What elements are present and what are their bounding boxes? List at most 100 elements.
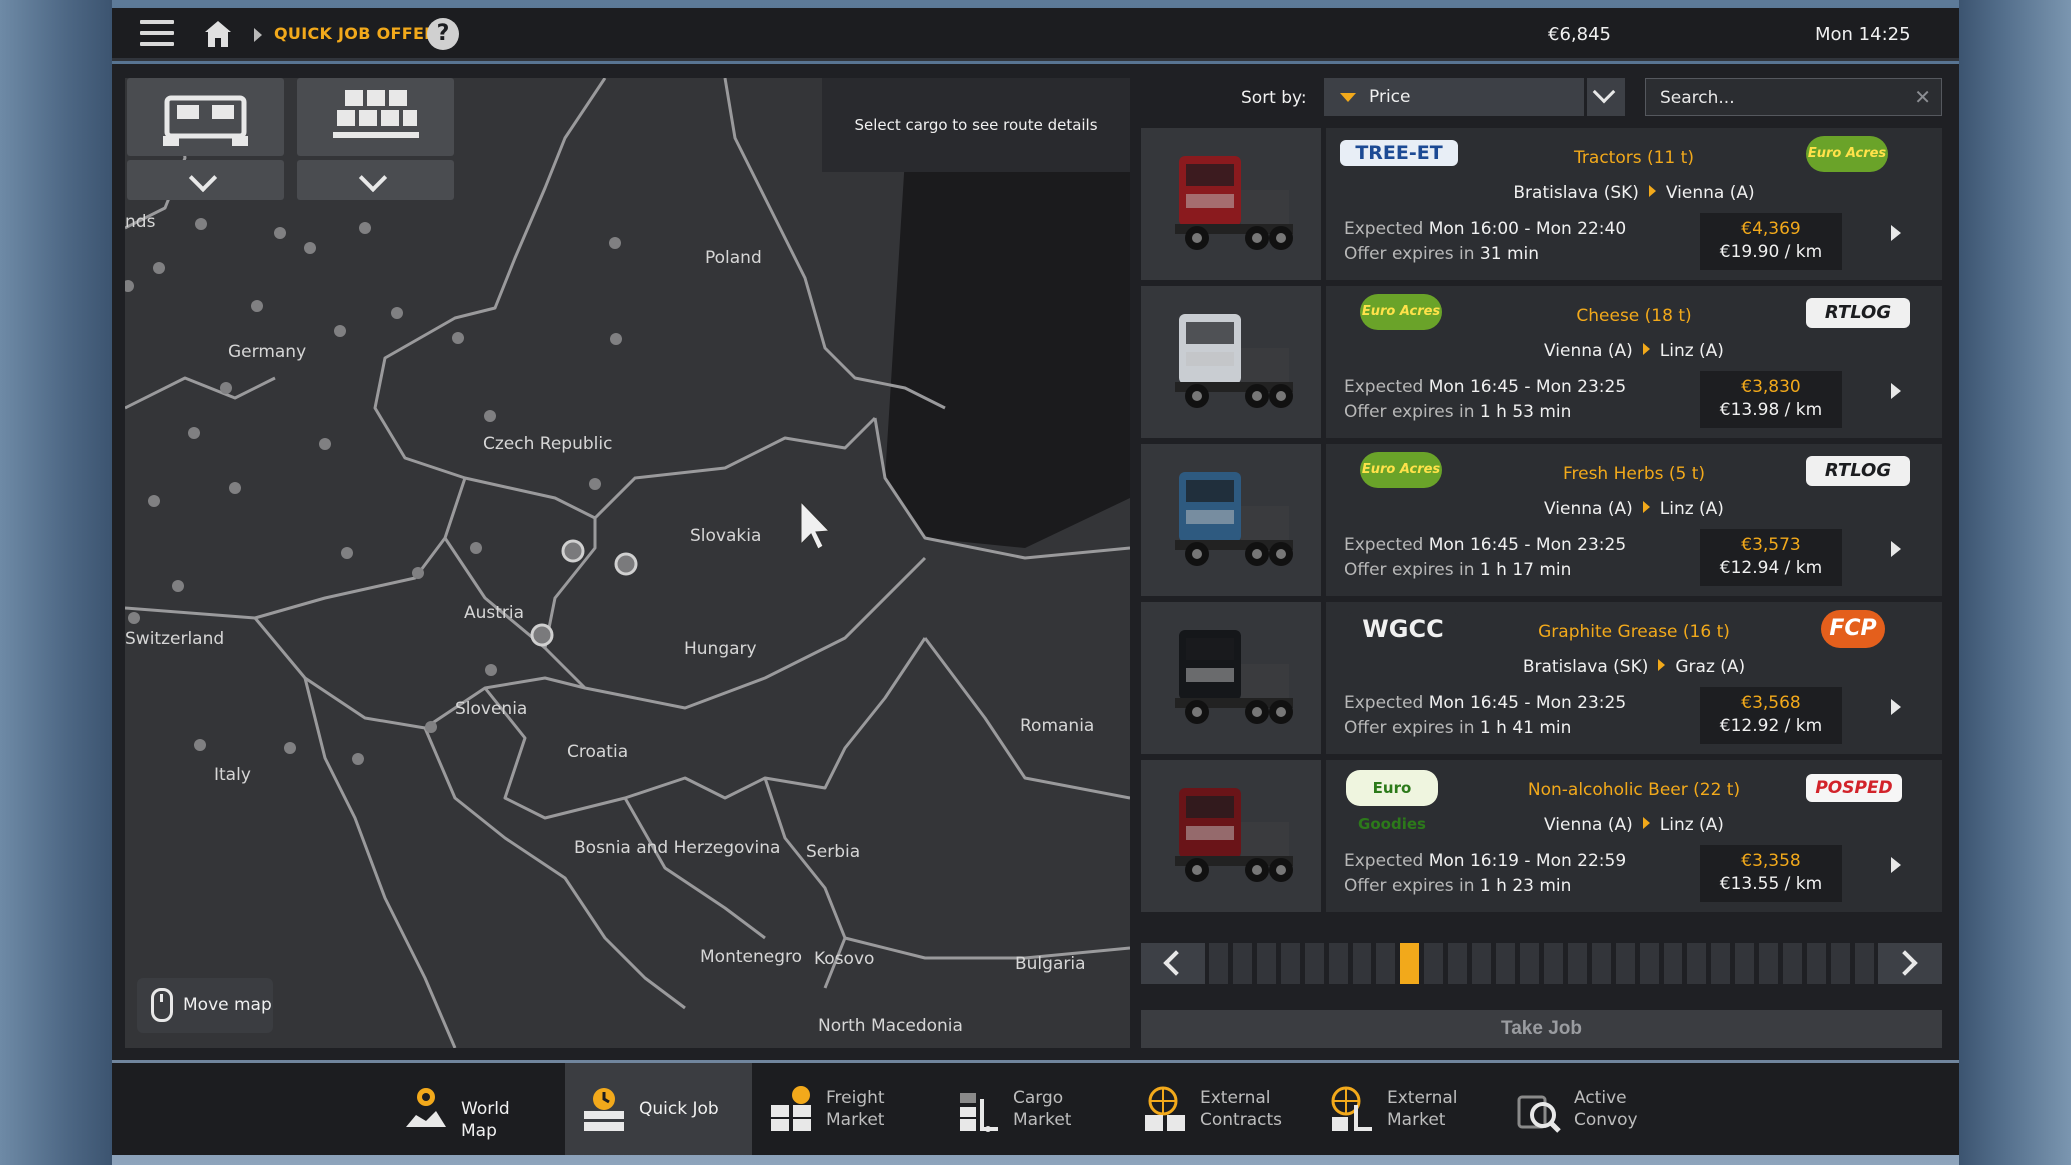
nav-active-convoy[interactable]: Active Convoy bbox=[1500, 1063, 1660, 1155]
chevron-right-icon[interactable] bbox=[1891, 225, 1901, 241]
route: Bratislava (SK) Vienna (A) bbox=[1513, 183, 1755, 203]
chevron-right-icon[interactable] bbox=[1891, 857, 1901, 873]
page-indicator[interactable] bbox=[1543, 943, 1563, 984]
nav-freight-market[interactable]: Freight Market bbox=[752, 1063, 912, 1155]
offer-expiry: Offer expires in 31 min bbox=[1344, 244, 1540, 264]
truck-filter-button[interactable] bbox=[127, 78, 284, 156]
nav-external-market[interactable]: External Market bbox=[1313, 1063, 1473, 1155]
move-map-hint: Move map bbox=[137, 978, 273, 1033]
top-bar: QUICK JOB OFFERS ? €6,845 Mon 14:25 bbox=[112, 8, 1959, 61]
job-offer-row[interactable]: Euro Acres Fresh Herbs (5 t) RTLOG Vienn… bbox=[1141, 444, 1942, 596]
route: Vienna (A) Linz (A) bbox=[1544, 341, 1724, 361]
page-indicator[interactable] bbox=[1209, 943, 1228, 984]
page-indicator[interactable] bbox=[1424, 943, 1444, 984]
page-indicator[interactable] bbox=[1519, 943, 1539, 984]
map-label: Switzerland bbox=[125, 629, 225, 649]
job-offer-info: Euro Acres Cheese (18 t) RTLOG Vienna (A… bbox=[1326, 286, 1942, 438]
mouse-icon bbox=[151, 988, 173, 1022]
route-hint: Select cargo to see route details bbox=[822, 78, 1130, 172]
nav-world-map[interactable]: World Map bbox=[387, 1063, 537, 1155]
page-indicator[interactable] bbox=[1830, 943, 1850, 984]
map-label: Poland bbox=[705, 248, 762, 268]
page-indicator[interactable] bbox=[1256, 943, 1276, 984]
offer-expiry: Offer expires in 1 h 41 min bbox=[1344, 718, 1572, 738]
truck-icon bbox=[1175, 156, 1293, 250]
chevron-right-icon[interactable] bbox=[1891, 383, 1901, 399]
external-market-icon bbox=[1331, 1086, 1372, 1131]
sort-select[interactable]: Price bbox=[1324, 78, 1584, 116]
expected-time: Expected Mon 16:45 - Mon 23:25 bbox=[1344, 693, 1627, 713]
page-indicator[interactable] bbox=[1711, 943, 1731, 984]
active-convoy-icon bbox=[1517, 1095, 1561, 1133]
job-offer-row[interactable]: Euro Acres Cheese (18 t) RTLOG Vienna (A… bbox=[1141, 286, 1942, 438]
page-indicator[interactable] bbox=[1783, 943, 1803, 984]
map-view[interactable]: nds Poland Germany Czech Republic Slovak… bbox=[125, 78, 1130, 1048]
truck-filter-dropdown[interactable] bbox=[127, 160, 284, 200]
page-indicator[interactable] bbox=[1448, 943, 1468, 984]
prev-page-button[interactable] bbox=[1141, 943, 1205, 984]
page-indicator[interactable] bbox=[1639, 943, 1659, 984]
nav-quick-job[interactable]: Quick Job bbox=[565, 1063, 752, 1155]
page-indicator[interactable] bbox=[1232, 943, 1252, 984]
sort-dropdown-button[interactable] bbox=[1587, 78, 1625, 116]
route-arrow-icon bbox=[1642, 817, 1650, 829]
chevron-left-icon bbox=[1163, 950, 1189, 976]
nav-label: Active Convoy bbox=[1574, 1088, 1638, 1130]
route: Vienna (A) Linz (A) bbox=[1544, 815, 1724, 835]
page-indicator[interactable] bbox=[1687, 943, 1707, 984]
map-label: Bosnia and Herzegovina bbox=[574, 838, 781, 858]
page-indicator[interactable] bbox=[1807, 943, 1826, 984]
page-indicator[interactable] bbox=[1496, 943, 1515, 984]
job-offer-row[interactable]: WGCC Graphite Grease (16 t) FCP Bratisla… bbox=[1141, 602, 1942, 754]
cargo-icon bbox=[333, 90, 419, 138]
job-price: €3,830 bbox=[1741, 377, 1801, 397]
nav-external-contracts[interactable]: External Contracts bbox=[1126, 1063, 1296, 1155]
page-indicator[interactable] bbox=[1352, 943, 1372, 984]
nav-cargo-market[interactable]: Cargo Market bbox=[939, 1063, 1099, 1155]
search-input[interactable]: Search... ✕ bbox=[1645, 78, 1942, 116]
map-label: Czech Republic bbox=[483, 434, 613, 454]
page-indicator[interactable] bbox=[1400, 943, 1420, 984]
page-indicator[interactable] bbox=[1304, 943, 1324, 984]
home-icon[interactable] bbox=[202, 18, 234, 50]
cargo-market-icon bbox=[960, 1093, 998, 1132]
bottom-nav: World Map Quick Job Freight Market Cargo M… bbox=[112, 1063, 1959, 1155]
page-indicator[interactable] bbox=[1280, 943, 1300, 984]
truck-thumbnail bbox=[1141, 286, 1321, 438]
page-indicator[interactable] bbox=[1567, 943, 1587, 984]
job-price: €3,573 bbox=[1741, 535, 1801, 555]
expected-time: Expected Mon 16:45 - Mon 23:25 bbox=[1344, 535, 1627, 555]
help-icon[interactable]: ? bbox=[427, 18, 459, 50]
next-page-button[interactable] bbox=[1878, 943, 1942, 984]
page-indicator[interactable] bbox=[1663, 943, 1683, 984]
chevron-right-icon[interactable] bbox=[1891, 541, 1901, 557]
take-job-button[interactable]: Take Job bbox=[1141, 1010, 1942, 1048]
job-offer-row[interactable]: TREE-ET Tractors (11 t) Euro Acres Brati… bbox=[1141, 128, 1942, 280]
page-indicator[interactable] bbox=[1328, 943, 1348, 984]
page-indicator[interactable] bbox=[1759, 943, 1779, 984]
cargo-filter-dropdown[interactable] bbox=[297, 160, 454, 200]
page-indicator[interactable] bbox=[1376, 943, 1396, 984]
route-arrow-icon bbox=[1642, 343, 1650, 355]
page-indicators bbox=[1209, 943, 1874, 984]
external-contracts-icon bbox=[1145, 1086, 1185, 1131]
map-label: Slovenia bbox=[455, 699, 528, 719]
cargo-filter-button[interactable] bbox=[297, 78, 454, 156]
price-per-km: €13.55 / km bbox=[1719, 874, 1823, 894]
map-label: Bulgaria bbox=[1015, 954, 1086, 974]
money-balance: €6,845 bbox=[1548, 24, 1611, 45]
page-indicator[interactable] bbox=[1615, 943, 1635, 984]
page-indicator[interactable] bbox=[1591, 943, 1611, 984]
map-label: Kosovo bbox=[814, 949, 875, 969]
chevron-right-icon[interactable] bbox=[1891, 699, 1901, 715]
page-indicator[interactable] bbox=[1854, 943, 1874, 984]
page-indicator[interactable] bbox=[1472, 943, 1492, 984]
page-indicator[interactable] bbox=[1735, 943, 1755, 984]
clear-search-icon[interactable]: ✕ bbox=[1914, 85, 1931, 109]
job-price: €4,369 bbox=[1741, 219, 1801, 239]
menu-icon[interactable] bbox=[140, 20, 174, 48]
nav-label: External Contracts bbox=[1200, 1088, 1282, 1130]
job-offer-row[interactable]: Euro Goodies Non-alcoholic Beer (22 t) P… bbox=[1141, 760, 1942, 912]
quick-job-icon bbox=[584, 1088, 624, 1131]
map-label: North Macedonia bbox=[818, 1016, 963, 1036]
